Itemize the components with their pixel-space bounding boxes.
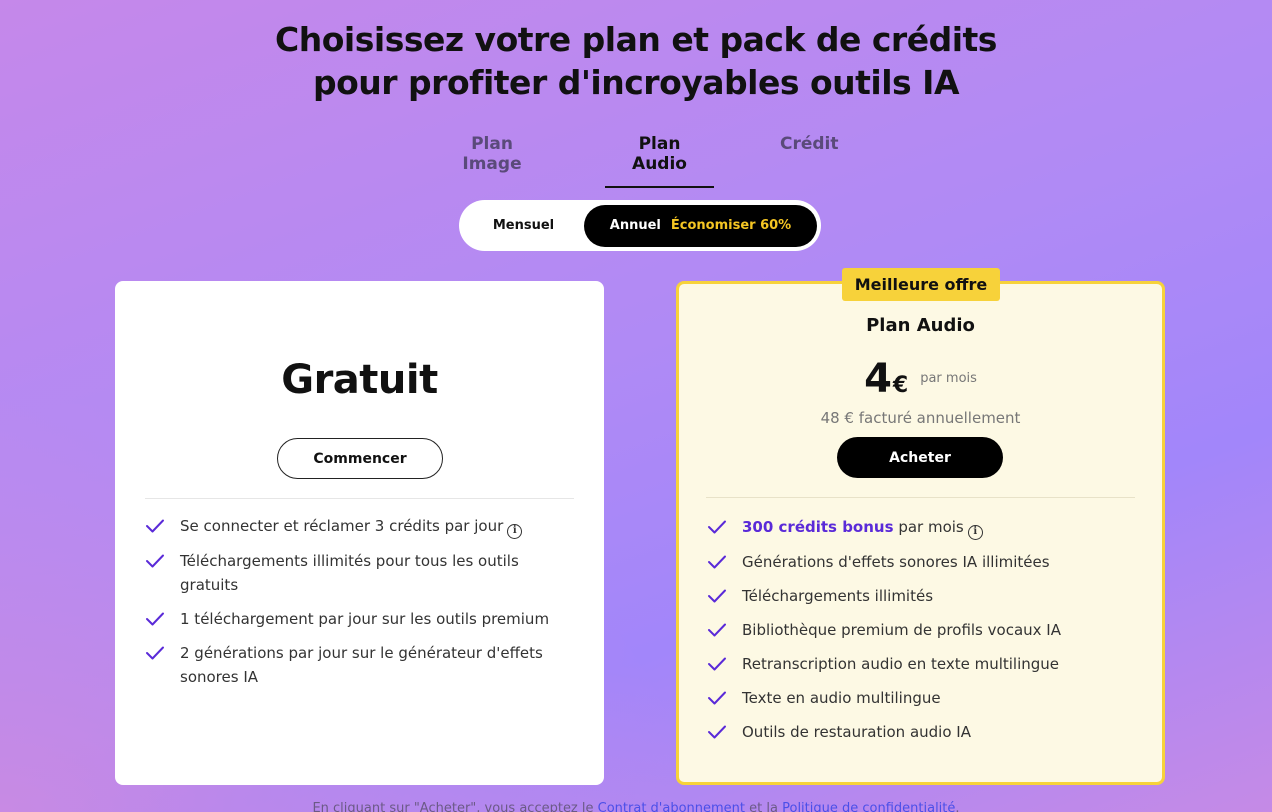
- feature-text: Texte en audio multilingue: [742, 688, 941, 707]
- tab-credit[interactable]: Crédit: [772, 130, 844, 168]
- feature-text: Téléchargements illimités: [742, 586, 934, 605]
- check-icon: [145, 641, 165, 665]
- footer-prefix: En cliquant sur "Acheter", vous acceptez…: [312, 801, 598, 812]
- check-icon: [707, 720, 727, 744]
- list-item: Se connecter et réclamer 3 crédits par j…: [145, 514, 575, 539]
- price-currency: €: [892, 373, 909, 398]
- page-title: Choisissez votre plan et pack de crédits…: [0, 18, 1272, 104]
- list-item: Outils de restauration audio IA: [707, 720, 1137, 744]
- list-item: 300 crédits bonus par mois i: [707, 515, 1137, 540]
- list-item: 2 générations par jour sur le générateur…: [145, 641, 575, 689]
- check-icon: [145, 514, 165, 538]
- list-item: Téléchargements illimités: [707, 584, 1137, 608]
- best-offer-badge: Meilleure offre: [842, 268, 1000, 301]
- check-icon: [707, 584, 727, 608]
- price: 4 € par mois: [679, 356, 1162, 402]
- footer-middle: et la: [745, 801, 783, 812]
- privacy-policy-link[interactable]: Politique de confidentialité: [782, 801, 955, 812]
- feature-text: Outils de restauration audio IA: [742, 722, 971, 741]
- subscription-contract-link[interactable]: Contrat d'abonnement: [598, 801, 745, 812]
- list-item: 1 téléchargement par jour sur les outils…: [145, 607, 575, 631]
- audio-feature-list: 300 crédits bonus par mois i Générations …: [707, 515, 1137, 754]
- price-amount: 4: [864, 356, 892, 402]
- save-badge: Économiser 60%: [670, 218, 792, 233]
- list-item: Bibliothèque premium de profils vocaux I…: [707, 618, 1137, 642]
- toggle-annual-label: Annuel: [609, 218, 661, 233]
- buy-button[interactable]: Acheter: [837, 437, 1003, 478]
- check-icon: [707, 686, 727, 710]
- check-icon: [707, 618, 727, 642]
- bonus-credits: 300 crédits bonus: [742, 518, 894, 536]
- feature-text: Bibliothèque premium de profils vocaux I…: [742, 620, 1061, 639]
- free-plan-title: Gratuit: [281, 357, 438, 403]
- feature-text: 2 générations par jour sur le générateur…: [180, 643, 543, 686]
- feature-text: Générations d'effets sonores IA illimité…: [742, 552, 1050, 571]
- tab-plan-image[interactable]: Plan Image: [436, 130, 548, 188]
- toggle-monthly[interactable]: Mensuel: [463, 218, 584, 233]
- page-title-line1: Choisissez votre plan et pack de crédits: [275, 20, 997, 59]
- bonus-suffix: par mois: [898, 518, 964, 536]
- free-plan-card: Gratuit Commencer Se connecter et réclam…: [115, 281, 604, 785]
- start-button[interactable]: Commencer: [277, 438, 443, 479]
- free-feature-list: Se connecter et réclamer 3 crédits par j…: [145, 514, 575, 699]
- price-period: par mois: [920, 371, 977, 386]
- divider: [145, 498, 574, 499]
- toggle-annual[interactable]: Annuel Économiser 60%: [584, 204, 817, 247]
- tab-plan-audio[interactable]: Plan Audio: [605, 130, 714, 188]
- check-icon: [707, 550, 727, 574]
- check-icon: [145, 549, 165, 573]
- feature-text: Retranscription audio en texte multiling…: [742, 654, 1060, 673]
- feature-text: Téléchargements illimités pour tous les …: [180, 551, 519, 594]
- footer-suffix: .: [955, 801, 960, 812]
- check-icon: [707, 515, 727, 539]
- billing-toggle: Mensuel Annuel Économiser 60%: [459, 200, 821, 251]
- terms-footer: En cliquant sur "Acheter", vous acceptez…: [0, 801, 1272, 812]
- list-item: Générations d'effets sonores IA illimité…: [707, 550, 1137, 574]
- divider: [706, 497, 1135, 498]
- page-title-line2: pour profiter d'incroyables outils IA: [313, 63, 959, 102]
- check-icon: [707, 652, 727, 676]
- audio-plan-title: Plan Audio: [866, 315, 975, 336]
- list-item: Téléchargements illimités pour tous les …: [145, 549, 575, 597]
- feature-text: Se connecter et réclamer 3 crédits par j…: [180, 517, 504, 535]
- billed-annually: 48 € facturé annuellement: [820, 409, 1021, 427]
- list-item: Texte en audio multilingue: [707, 686, 1137, 710]
- info-icon[interactable]: i: [507, 523, 523, 539]
- feature-text: 1 téléchargement par jour sur les outils…: [180, 609, 550, 628]
- audio-plan-card: Meilleure offre Plan Audio 4 € par mois …: [676, 268, 1165, 785]
- info-icon[interactable]: i: [967, 524, 983, 540]
- check-icon: [145, 607, 165, 631]
- list-item: Retranscription audio en texte multiling…: [707, 652, 1137, 676]
